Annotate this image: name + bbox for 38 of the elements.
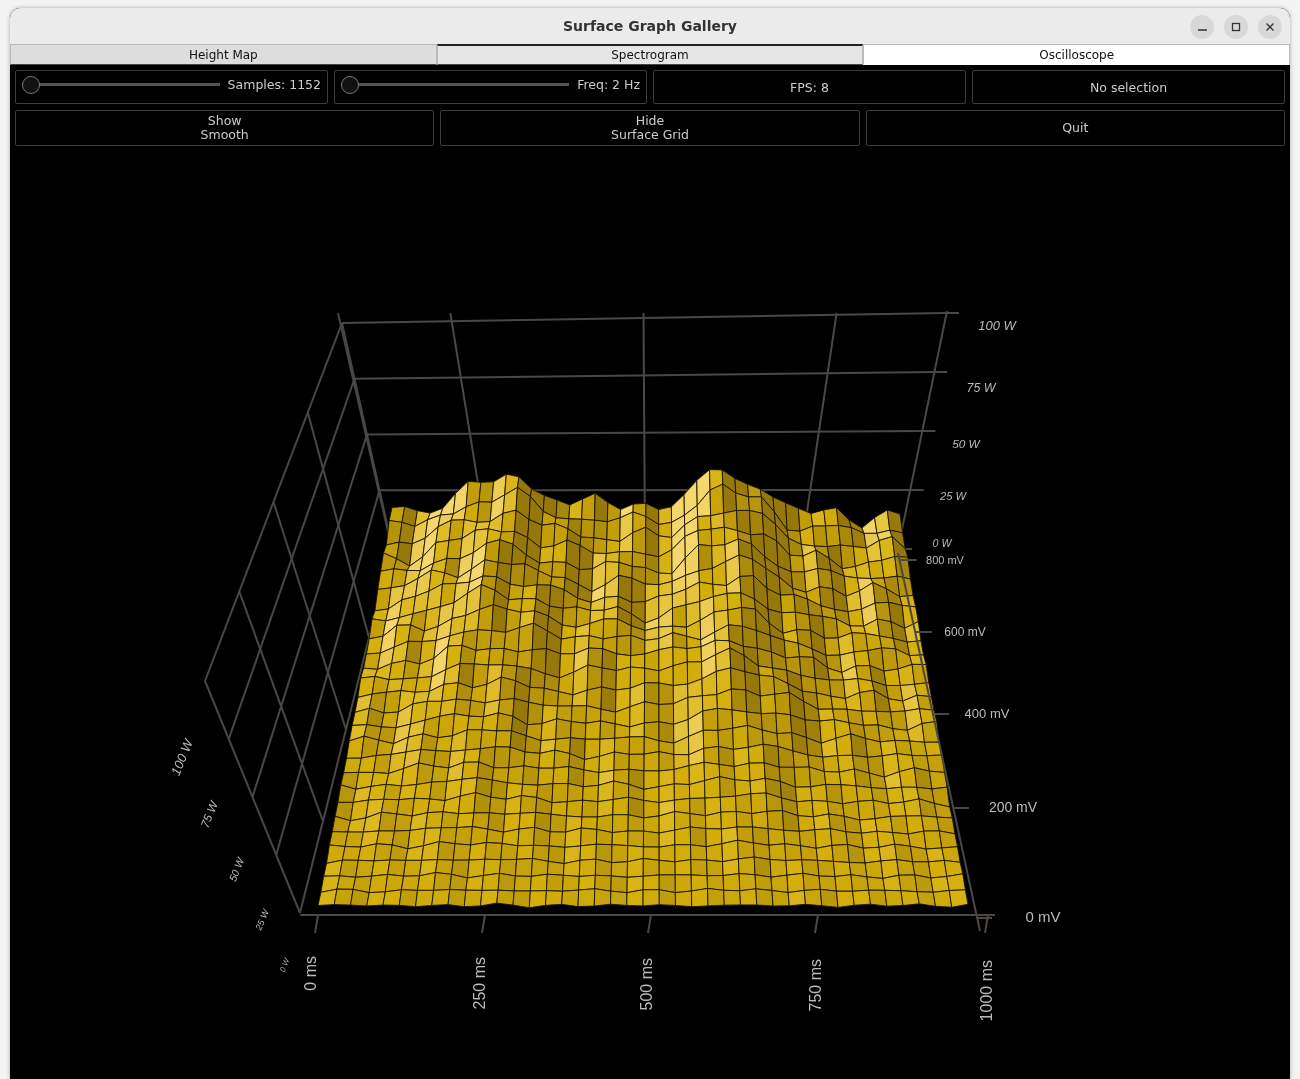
axis-label: 0 ms bbox=[302, 956, 320, 991]
axis-label: 800 mV bbox=[926, 554, 964, 566]
slider-label: Freq: 2 Hz bbox=[577, 76, 640, 92]
axis-label: 75 W bbox=[966, 381, 996, 395]
axis-label: 100 W bbox=[167, 737, 196, 778]
close-button[interactable] bbox=[1258, 15, 1282, 39]
axis-label: 50 W bbox=[227, 856, 247, 883]
axis-label: 200 mV bbox=[988, 799, 1038, 815]
slider-thumb[interactable] bbox=[22, 76, 40, 94]
axis-label: 0 mV bbox=[1025, 908, 1061, 925]
maximize-icon bbox=[1231, 22, 1241, 32]
minimize-icon bbox=[1197, 29, 1207, 31]
axis-label: 500 ms bbox=[638, 958, 656, 1011]
window-title: Surface Graph Gallery bbox=[563, 18, 737, 34]
close-icon bbox=[1265, 22, 1275, 32]
toggle-button[interactable]: Show Smooth bbox=[15, 110, 435, 146]
tab[interactable]: Height Map bbox=[10, 44, 437, 65]
axis-label: 50 W bbox=[952, 437, 980, 451]
axis-label: 750 ms bbox=[806, 959, 824, 1012]
slider-thumb[interactable] bbox=[341, 76, 359, 94]
maximize-button[interactable] bbox=[1224, 15, 1248, 39]
tab[interactable]: Oscilloscope bbox=[863, 44, 1290, 65]
axis-label: 400 mV bbox=[964, 706, 1010, 721]
axis-label: 25 W bbox=[253, 908, 271, 932]
status-text: FPS: 8 bbox=[789, 79, 830, 95]
axis-label: 1000 ms bbox=[978, 960, 996, 1022]
axis-label: 0 W bbox=[932, 537, 952, 549]
minimize-button[interactable] bbox=[1190, 15, 1214, 39]
toggle-button[interactable]: Quit bbox=[865, 110, 1285, 146]
status-text: No selection bbox=[1088, 79, 1169, 95]
axis-label: 100 W bbox=[978, 318, 1016, 333]
axis-label: 250 ms bbox=[470, 957, 488, 1010]
tab[interactable]: Spectrogram bbox=[436, 44, 864, 65]
axis-label: 75 W bbox=[197, 799, 220, 830]
axis-label: 600 mV bbox=[944, 625, 986, 639]
toggle-button[interactable]: Hide Surface Grid bbox=[440, 110, 860, 146]
slider-label: Samples: 1152 bbox=[227, 76, 321, 92]
axis-label: 25 W bbox=[939, 490, 967, 502]
